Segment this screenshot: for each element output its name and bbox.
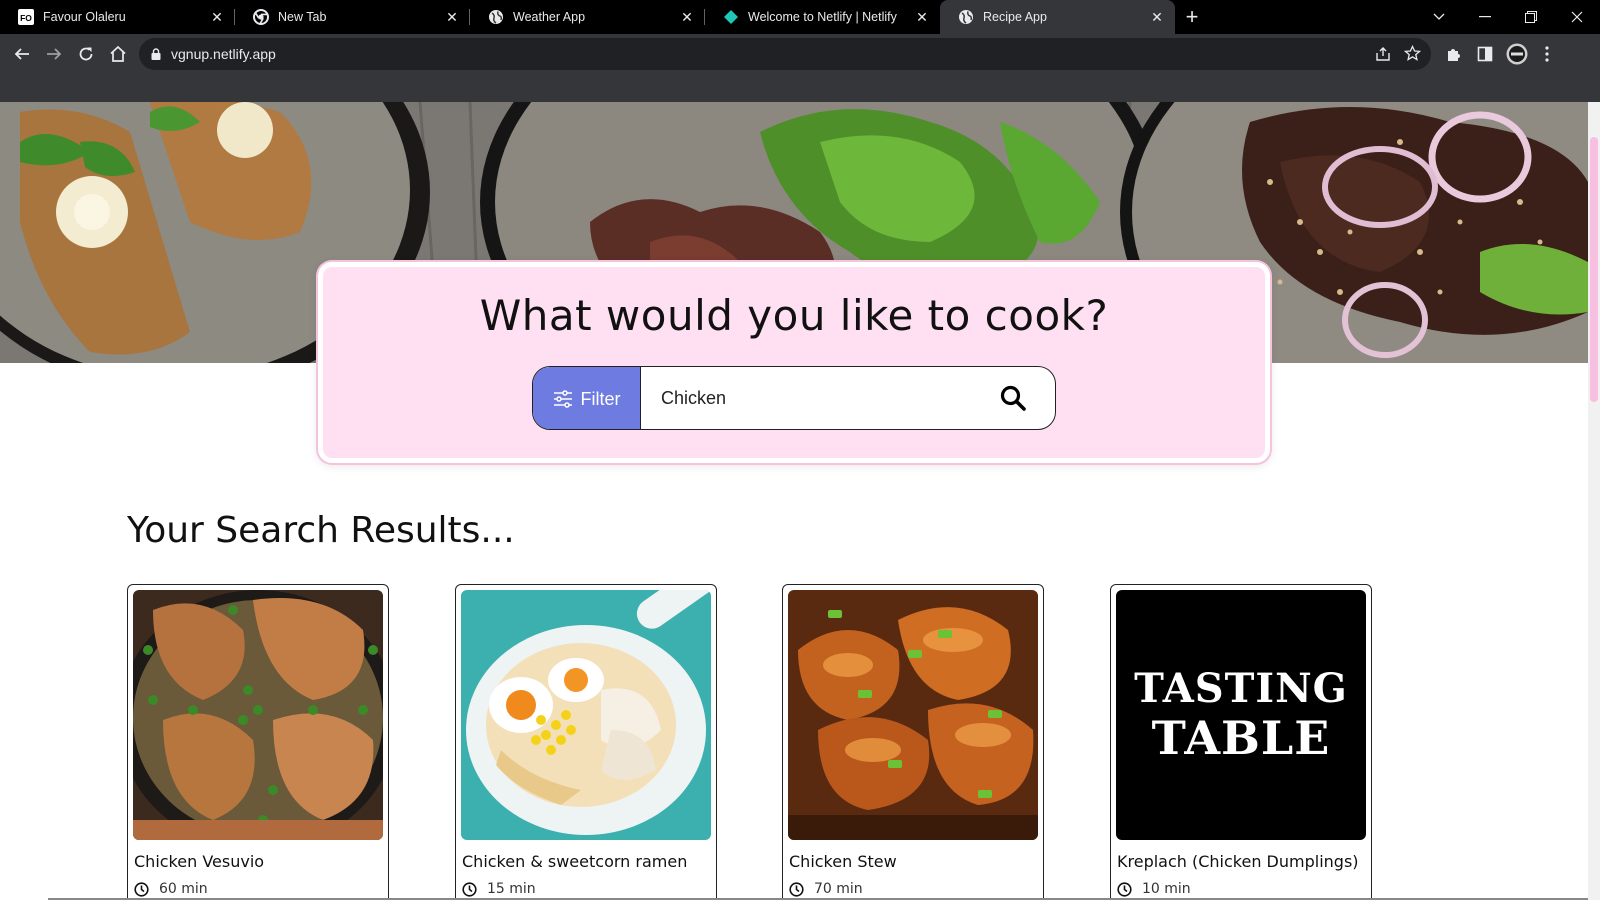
- browser-toolbar: vgnup.netlify.app: [0, 34, 1600, 102]
- minimize-icon[interactable]: [1462, 0, 1508, 34]
- tab-recipe-app[interactable]: Recipe App ✕: [940, 0, 1175, 34]
- tasting-table-logo: TASTING TABLE: [1116, 590, 1366, 840]
- browser-tab-bar: FO Favour Olaleru ✕ New Tab ✕ Weather Ap…: [0, 0, 1600, 34]
- extensions-icon[interactable]: [1441, 42, 1465, 66]
- tab-title: Recipe App: [983, 10, 1047, 24]
- recipe-card[interactable]: Chicken Stew 70 min: [782, 584, 1044, 900]
- search-button[interactable]: [971, 367, 1055, 429]
- tab-weather-app[interactable]: Weather App ✕: [470, 0, 705, 34]
- tab-search-chevron-icon[interactable]: [1416, 0, 1462, 34]
- chrome-icon: [253, 9, 269, 25]
- browser-menu-icon[interactable]: [1535, 42, 1559, 66]
- tab-netlify[interactable]: Welcome to Netlify | Netlify ✕: [705, 0, 940, 34]
- close-icon[interactable]: ✕: [444, 9, 460, 25]
- filter-label: Filter: [580, 388, 621, 409]
- close-icon[interactable]: ✕: [1149, 9, 1165, 25]
- recipe-time-value: 60 min: [159, 881, 208, 897]
- clock-icon: [134, 881, 149, 897]
- search-bar: Filter: [532, 366, 1056, 430]
- recipe-time-value: 70 min: [814, 881, 863, 897]
- reload-icon[interactable]: [72, 40, 100, 68]
- recipe-image: [133, 590, 383, 840]
- recipe-card[interactable]: Chicken Vesuvio 60 min: [127, 584, 389, 900]
- lock-icon: [151, 45, 161, 64]
- forward-icon[interactable]: [40, 40, 68, 68]
- url-text: vgnup.netlify.app: [171, 46, 276, 62]
- tab-title: New Tab: [278, 10, 327, 24]
- close-icon[interactable]: ✕: [209, 9, 225, 25]
- tab-favour-olaleru[interactable]: FO Favour Olaleru ✕: [0, 0, 235, 34]
- recipe-image: [788, 590, 1038, 840]
- recipe-title: Chicken & sweetcorn ramen: [462, 852, 688, 871]
- close-icon[interactable]: ✕: [679, 9, 695, 25]
- clock-icon: [789, 881, 804, 897]
- recipe-card[interactable]: Chicken & sweetcorn ramen 15 min: [455, 584, 717, 900]
- fo-monogram-text: FO: [20, 13, 32, 23]
- tab-title: Welcome to Netlify | Netlify: [748, 10, 897, 24]
- recipe-image: TASTING TABLE: [1116, 590, 1366, 840]
- close-icon[interactable]: ✕: [914, 9, 930, 25]
- recipe-card[interactable]: TASTING TABLE Kreplach (Chicken Dumpling…: [1110, 584, 1372, 900]
- recipe-image-illustration: [788, 590, 1038, 840]
- search-icon: [1000, 385, 1026, 411]
- tab-title: Favour Olaleru: [43, 10, 126, 24]
- results-list: Chicken Vesuvio 60 min Chicken & sweetco…: [127, 584, 1427, 900]
- netlify-icon: [723, 9, 739, 25]
- recipe-image-illustration: [133, 590, 383, 840]
- recipe-time-value: 15 min: [487, 881, 536, 897]
- sliders-icon: [553, 390, 572, 408]
- restore-icon[interactable]: [1508, 0, 1554, 34]
- bookmark-star-icon[interactable]: [1403, 44, 1422, 66]
- search-card: What would you like to cook? Filter: [318, 262, 1270, 463]
- globe-icon: [958, 9, 974, 25]
- clock-icon: [462, 881, 477, 897]
- profile-avatar-icon[interactable]: [1505, 42, 1529, 66]
- back-icon[interactable]: [8, 40, 36, 68]
- scrollbar-thumb[interactable]: [1590, 137, 1598, 402]
- recipe-time-value: 10 min: [1142, 881, 1191, 897]
- recipe-title: Chicken Stew: [789, 852, 897, 871]
- tab-title: Weather App: [513, 10, 586, 24]
- recipe-time: 15 min: [462, 881, 711, 897]
- recipe-title: Chicken Vesuvio: [134, 852, 265, 871]
- recipe-time: 60 min: [134, 881, 383, 897]
- page-viewport: What would you like to cook? Filter Chic…: [0, 102, 1588, 900]
- globe-icon: [488, 9, 504, 25]
- fo-monogram-icon: FO: [18, 9, 34, 25]
- recipe-time: 10 min: [1117, 881, 1366, 897]
- side-panel-icon[interactable]: [1473, 42, 1497, 66]
- logo-line-1: TASTING: [1134, 665, 1348, 712]
- logo-line-2: TABLE: [1152, 711, 1331, 765]
- address-bar[interactable]: vgnup.netlify.app: [139, 38, 1431, 70]
- home-icon[interactable]: [104, 40, 132, 68]
- window-close-icon[interactable]: [1554, 0, 1600, 34]
- new-tab-button[interactable]: +: [1175, 0, 1209, 34]
- tab-new-tab[interactable]: New Tab ✕: [235, 0, 470, 34]
- filter-button[interactable]: Filter: [533, 367, 641, 429]
- page-title: What would you like to cook?: [479, 291, 1109, 340]
- page-scrollbar[interactable]: [1588, 102, 1600, 900]
- share-icon[interactable]: [1375, 46, 1391, 66]
- recipe-title: Kreplach (Chicken Dumplings): [1117, 852, 1359, 871]
- recipe-image: [461, 590, 711, 840]
- results-heading: Your Search Results...: [127, 510, 515, 551]
- recipe-image-illustration: [461, 590, 711, 840]
- search-input[interactable]: [641, 367, 971, 429]
- recipe-time: 70 min: [789, 881, 1038, 897]
- clock-icon: [1117, 881, 1132, 897]
